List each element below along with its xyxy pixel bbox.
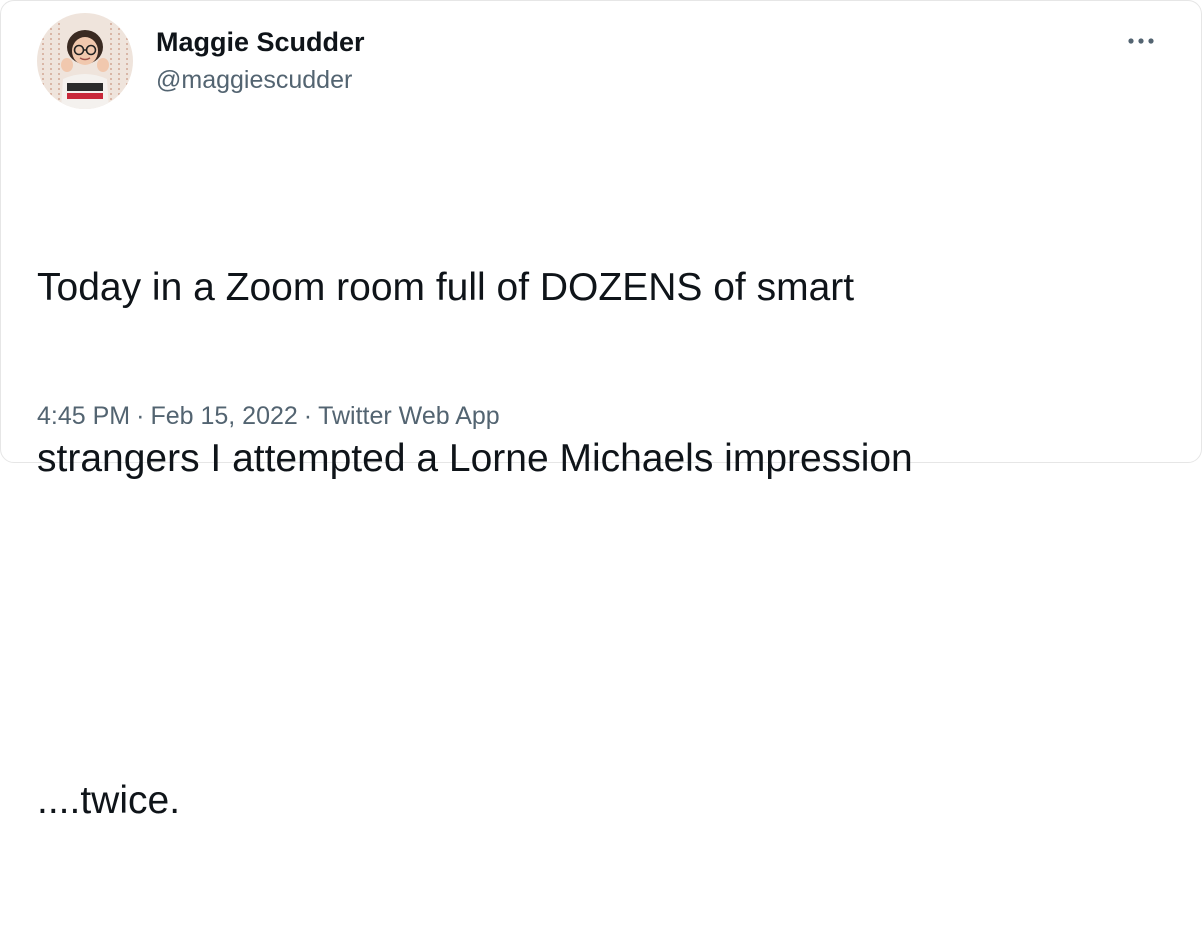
tweet-author: Maggie Scudder @maggiescudder [156,25,365,96]
tweet-text: Today in a Zoom room full of DOZENS of s… [37,145,1157,926]
separator-dot: · [136,402,145,430]
tweet-card: Maggie Scudder @maggiescudder Today in a… [0,0,1202,822]
avatar-image [37,13,133,109]
more-horizontal-icon [1128,38,1154,44]
more-options-button[interactable] [1121,27,1161,55]
tweet-metadata: 4:45 PM · Feb 15, 2022 · Twitter Web App [37,399,500,433]
separator-dot: · [303,402,313,430]
tweet-source-link[interactable]: Twitter Web App [318,402,500,430]
author-handle[interactable]: @maggiescudder [156,64,365,96]
tweet-text-line [37,601,1157,658]
tweet-text-line: strangers I attempted a Lorne Michaels i… [37,437,913,480]
author-display-name[interactable]: Maggie Scudder [156,25,365,59]
tweet-date: Feb 15, 2022 [150,402,298,430]
tweet-text-line: ....twice. [37,779,181,822]
tweet-time: 4:45 PM [37,402,131,430]
tweet-timestamp-link[interactable]: 4:45 PM · Feb 15, 2022 [37,402,298,430]
tweet-text-line: Today in a Zoom room full of DOZENS of s… [37,266,855,309]
avatar[interactable] [37,13,133,109]
